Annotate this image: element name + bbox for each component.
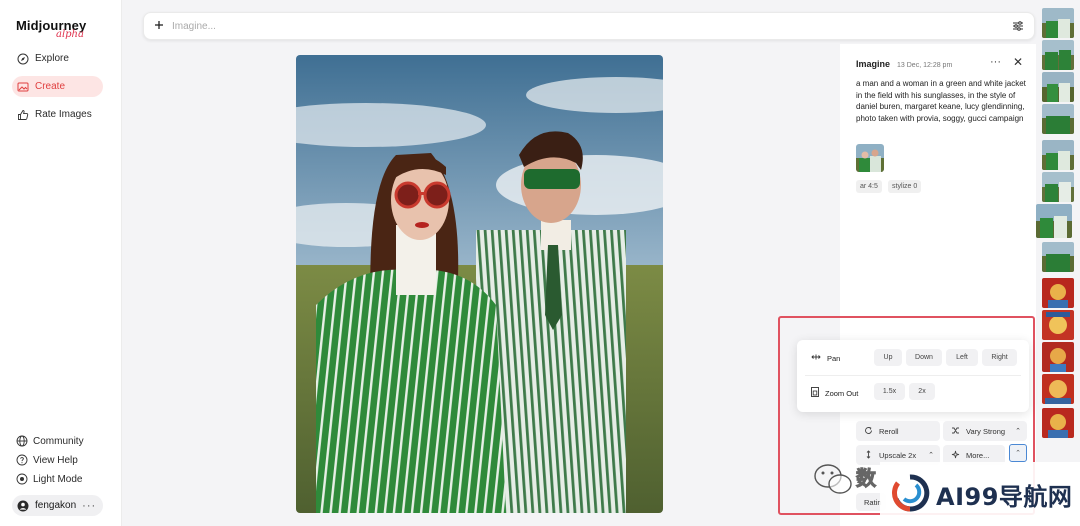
history-thumb[interactable] <box>1042 172 1074 202</box>
zoom-out-icon <box>811 387 819 399</box>
close-icon[interactable]: ✕ <box>1013 55 1023 69</box>
sun-icon <box>16 473 28 485</box>
nav-explore[interactable]: Explore <box>12 48 103 69</box>
more-options-icon[interactable]: ··· <box>990 56 1001 68</box>
user-avatar-icon <box>17 500 29 512</box>
param-stylize: stylize 0 <box>888 180 922 193</box>
popup-divider <box>805 375 1021 376</box>
light-mode-label: Light Mode <box>33 473 83 485</box>
history-thumb[interactable] <box>1042 140 1074 170</box>
history-thumb[interactable] <box>1042 342 1074 372</box>
pan-up-button[interactable]: Up <box>874 349 902 366</box>
nav-view-help[interactable]: View Help <box>16 454 78 466</box>
sparkle-icon <box>951 450 960 461</box>
generated-image[interactable] <box>296 55 663 513</box>
history-thumb[interactable] <box>1042 8 1074 38</box>
pan-down-button[interactable]: Down <box>906 349 942 366</box>
reference-image-thumbnail[interactable] <box>856 144 884 172</box>
pan-right-button[interactable]: Right <box>982 349 1017 366</box>
detail-title: Imagine <box>856 59 891 69</box>
zoom-row: Zoom Out <box>811 387 858 399</box>
chevron-up-icon: ⌃ <box>928 452 934 459</box>
user-menu-button[interactable]: ··· <box>82 500 96 512</box>
zoom-2x-button[interactable]: 2x <box>909 383 935 400</box>
plus-icon[interactable] <box>154 19 164 33</box>
nav-create[interactable]: Create <box>12 76 103 97</box>
globe-icon <box>16 435 28 447</box>
nav-help-label: View Help <box>33 454 78 466</box>
user-name: fengakon <box>35 500 77 511</box>
history-thumb[interactable] <box>1042 278 1074 308</box>
pan-row: Pan <box>811 353 840 363</box>
imagine-input[interactable] <box>172 20 972 32</box>
thumbs-up-icon <box>17 109 29 121</box>
refresh-icon <box>864 426 873 437</box>
nav-community[interactable]: Community <box>16 435 84 447</box>
nav-create-label: Create <box>35 81 66 92</box>
vary-strong-button[interactable]: Vary Strong ⌃ <box>943 421 1027 441</box>
app-logo[interactable]: Midjourney alpha <box>16 18 86 40</box>
pan-arrows-icon <box>811 353 821 363</box>
history-thumb-selected[interactable] <box>1036 204 1072 238</box>
reroll-button[interactable]: Reroll <box>856 421 940 441</box>
site-logo-icon <box>890 473 930 516</box>
rating-label: Ratin <box>864 497 882 507</box>
pan-zoom-popup: Pan Up Down Left Right Zoom Out 1.5x 2x <box>797 340 1029 412</box>
history-thumb[interactable] <box>1042 374 1074 404</box>
wechat-watermark-text: 数 <box>856 468 877 491</box>
detail-date: 13 Dec, 12:28 pm <box>897 62 953 69</box>
nav-community-label: Community <box>33 435 84 447</box>
light-mode-toggle[interactable]: Light Mode <box>16 473 82 485</box>
param-aspect-ratio: ar 4:5 <box>856 180 882 193</box>
zoom-1-5x-button[interactable]: 1.5x <box>874 383 905 400</box>
history-thumb[interactable] <box>1042 40 1074 70</box>
nav-explore-label: Explore <box>35 53 69 64</box>
shuffle-icon <box>951 426 960 437</box>
compass-icon <box>17 53 29 65</box>
help-icon <box>16 454 28 466</box>
nav-rate-label: Rate Images <box>35 109 92 120</box>
settings-sliders-icon[interactable] <box>1012 20 1024 35</box>
chevron-up-icon: ⌃ <box>1015 450 1021 457</box>
site-watermark-text: AI99导航网 <box>936 482 1073 511</box>
user-account[interactable]: fengakon ··· <box>12 495 103 516</box>
history-thumb[interactable] <box>1042 408 1074 438</box>
chevron-up-icon: ⌃ <box>1015 428 1021 435</box>
pan-left-button[interactable]: Left <box>946 349 978 366</box>
history-thumb[interactable] <box>1042 104 1074 134</box>
app-tag: alpha <box>56 29 84 40</box>
pan-label: Pan <box>827 353 841 363</box>
more-label: More... <box>966 450 990 460</box>
sidebar: Midjourney alpha Explore Create Rate Ima… <box>0 0 122 526</box>
expand-up-button[interactable]: ⌃ <box>1009 444 1027 462</box>
imagine-bar <box>143 12 1035 40</box>
wechat-watermark: 数 <box>808 458 888 498</box>
history-thumb[interactable] <box>1042 72 1074 102</box>
history-thumb[interactable] <box>1042 310 1074 340</box>
vary-strong-label: Vary Strong <box>966 426 1006 436</box>
detail-header: Imagine 13 Dec, 12:28 pm <box>856 59 952 69</box>
image-icon <box>17 81 29 93</box>
zoom-out-label: Zoom Out <box>825 388 859 398</box>
reroll-label: Reroll <box>879 426 899 436</box>
site-watermark: AI99导航网 <box>880 462 1080 526</box>
history-thumb[interactable] <box>1042 242 1074 272</box>
prompt-text: a man and a woman in a green and white j… <box>856 79 1026 124</box>
history-strip <box>1036 0 1080 526</box>
nav-rate-images[interactable]: Rate Images <box>12 104 103 125</box>
